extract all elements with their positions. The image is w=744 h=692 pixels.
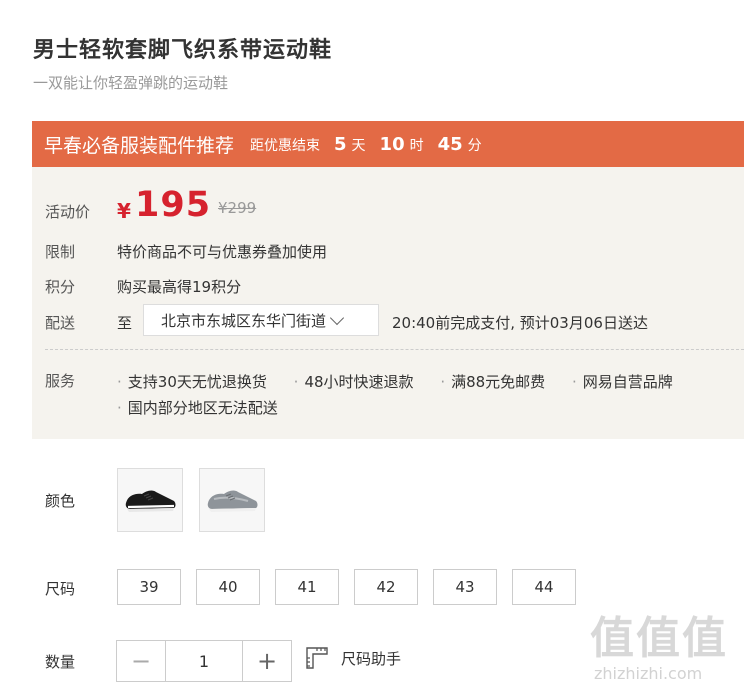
points-label: 积分 xyxy=(45,278,76,296)
watermark: 值值值 zhizhizhi.com xyxy=(590,602,740,692)
service-item: · 网易自营品牌 xyxy=(571,373,673,391)
countdown-hours-unit: 时 xyxy=(409,137,424,154)
size-option-43[interactable]: 43 xyxy=(433,569,497,605)
price-current: 195 xyxy=(135,185,212,225)
address-select[interactable]: 北京市东城区东华门街道 xyxy=(143,304,379,336)
countdown-hours: 10 xyxy=(379,133,405,155)
color-option-grey[interactable] xyxy=(199,468,265,532)
size-option-41[interactable]: 41 xyxy=(275,569,339,605)
size-option-39[interactable]: 39 xyxy=(117,569,181,605)
ruler-icon xyxy=(306,647,328,669)
watermark-logo: 值值值 xyxy=(590,613,728,664)
delivery-to: 至 xyxy=(117,314,133,332)
price-original: ¥299 xyxy=(218,199,257,217)
decrement-button[interactable]: − xyxy=(117,641,165,681)
countdown-days: 5 xyxy=(334,133,347,155)
promo-title: 早春必备服装配件推荐 xyxy=(44,134,235,157)
services-label: 服务 xyxy=(45,372,76,390)
countdown-label: 距优惠结束 xyxy=(250,137,321,154)
size-option-44[interactable]: 44 xyxy=(512,569,576,605)
quantity-label: 数量 xyxy=(45,653,76,671)
info-panel: 活动价 ¥ 195 ¥299 限制 特价商品不可与优惠券叠加使用 积分 购买最高… xyxy=(32,167,744,439)
black-sneaker-icon xyxy=(125,490,176,512)
increment-button[interactable]: + xyxy=(243,641,291,681)
delivery-label: 配送 xyxy=(45,314,76,332)
color-label: 颜色 xyxy=(45,492,76,510)
limit-label: 限制 xyxy=(45,243,76,261)
price-label: 活动价 xyxy=(45,203,91,221)
delivery-note: 20:40前完成支付, 预计03月06日送达 xyxy=(392,314,648,332)
chevron-down-icon xyxy=(329,310,345,325)
product-title: 男士轻软套脚飞织系带运动鞋 xyxy=(33,38,333,63)
service-item: · 48小时快速退款 xyxy=(293,373,414,391)
service-item: · 满88元免邮费 xyxy=(440,373,546,391)
quantity-input[interactable]: 1 xyxy=(165,641,243,681)
divider xyxy=(45,349,744,350)
size-option-40[interactable]: 40 xyxy=(196,569,260,605)
price-currency: ¥ xyxy=(117,199,131,223)
service-item: · 支持30天无忧退换货 xyxy=(117,373,267,391)
quantity-stepper: − 1 + xyxy=(116,640,292,682)
countdown-days-unit: 天 xyxy=(351,137,366,154)
service-list: · 支持30天无忧退换货 · 48小时快速退款 · 满88元免邮费 · 网易自营品牌 ·… xyxy=(117,369,737,421)
size-option-42[interactable]: 42 xyxy=(354,569,418,605)
product-subtitle: 一双能让你轻盈弹跳的运动鞋 xyxy=(33,74,229,92)
promo-countdown: 距优惠结束 5 天 10 时 45 分 xyxy=(250,134,482,155)
limit-text: 特价商品不可与优惠券叠加使用 xyxy=(117,243,328,261)
points-text: 购买最高得19积分 xyxy=(117,278,242,296)
color-option-black[interactable] xyxy=(117,468,183,532)
service-item: · 国内部分地区无法配送 xyxy=(117,399,278,417)
address-value: 北京市东城区东华门街道 xyxy=(161,311,327,330)
promo-bar: 早春必备服装配件推荐 距优惠结束 5 天 10 时 45 分 xyxy=(32,121,744,167)
size-helper-label: 尺码助手 xyxy=(341,649,402,668)
size-helper-link[interactable]: 尺码助手 xyxy=(305,646,401,670)
grey-sneaker-icon xyxy=(207,490,258,512)
countdown-minutes-unit: 分 xyxy=(467,137,482,154)
watermark-url: zhizhizhi.com xyxy=(594,664,703,683)
countdown-minutes: 45 xyxy=(437,133,463,155)
size-label: 尺码 xyxy=(45,580,76,598)
